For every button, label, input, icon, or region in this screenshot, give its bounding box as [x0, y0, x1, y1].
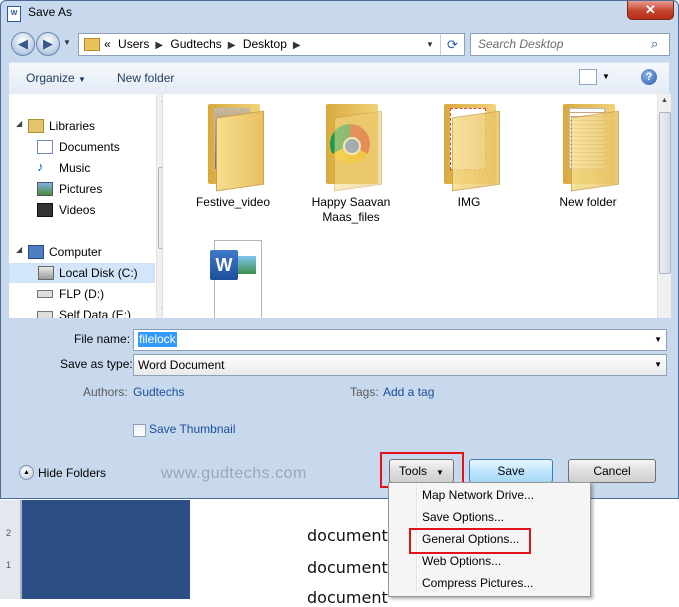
navigation-scrollbar[interactable]: ▲ ▼: [156, 94, 162, 318]
help-icon[interactable]: ?: [641, 69, 657, 85]
scroll-up-icon[interactable]: ▲: [661, 97, 668, 104]
file-label: Festive_video: [195, 195, 271, 209]
back-button[interactable]: ◀: [11, 32, 35, 56]
file-item-img[interactable]: IMG: [417, 100, 521, 210]
save-type-label: Save as type:: [60, 357, 133, 371]
save-thumbnail-label[interactable]: Save Thumbnail: [149, 422, 236, 436]
address-bar[interactable]: « Users ▶ Gudtechs ▶ Desktop ▶ ▼ ⟳: [78, 33, 465, 56]
local-disk-icon: [38, 266, 54, 280]
organize-menu[interactable]: Organize ▼: [26, 71, 86, 85]
file-item-word-document[interactable]: W: [181, 234, 285, 318]
computer-icon: [28, 245, 44, 259]
chevron-right-icon[interactable]: ▶: [228, 40, 236, 51]
nav-item-music[interactable]: ♪ Music: [29, 159, 149, 177]
ruler-mark: 1: [6, 560, 12, 570]
navigation-pane: ◢ Libraries Documents ♪ Music Pictures V…: [9, 94, 163, 318]
nav-item-self-data-drive[interactable]: Self Data (E:): [29, 306, 149, 318]
authors-value[interactable]: Gudtechs: [133, 385, 184, 399]
folder-icon: [84, 38, 100, 51]
change-view-icon[interactable]: [579, 69, 597, 85]
file-label: IMG: [457, 195, 481, 209]
nav-item-local-disk[interactable]: Local Disk (C:): [9, 263, 155, 283]
cancel-button[interactable]: Cancel: [568, 459, 656, 483]
videos-icon: [37, 203, 53, 217]
chevron-right-icon[interactable]: ▶: [293, 40, 301, 51]
menu-item-save-options[interactable]: Save Options...: [422, 510, 504, 524]
address-dropdown-icon[interactable]: ▼: [426, 40, 434, 49]
file-label: New folder: [559, 195, 617, 209]
nav-item-videos[interactable]: Videos: [29, 201, 149, 219]
authors-label: Authors:: [83, 385, 128, 399]
menu-item-map-network-drive[interactable]: Map Network Drive...: [422, 488, 534, 502]
save-as-dialog: W Save As ✕ ◀ ▶ ▼ « Users ▶ Gudtechs ▶ Des…: [0, 0, 679, 499]
new-folder-button[interactable]: New folder: [117, 71, 174, 85]
folder-icon: [200, 100, 266, 192]
nav-item-libraries[interactable]: ◢ Libraries: [16, 117, 149, 135]
folder-icon: [318, 100, 384, 192]
chevron-down-icon[interactable]: ▼: [654, 335, 662, 344]
menu-item-compress-pictures[interactable]: Compress Pictures...: [422, 576, 533, 590]
file-name-value: filelock: [138, 332, 177, 347]
close-button[interactable]: ✕: [627, 1, 674, 20]
libraries-icon: [28, 119, 44, 133]
menu-item-web-options[interactable]: Web Options...: [422, 554, 501, 568]
file-list: Festive_video Happy Saavan Maas_files IM…: [163, 94, 657, 318]
title-bar[interactable]: W Save As ✕: [1, 1, 678, 25]
breadcrumb-users[interactable]: Users: [118, 37, 149, 51]
view-dropdown-icon[interactable]: ▼: [602, 72, 610, 81]
search-input[interactable]: Search Desktop ⌕: [470, 33, 670, 56]
breadcrumb: « Users ▶ Gudtechs ▶ Desktop ▶: [104, 37, 305, 51]
search-icon: ⌕: [651, 36, 659, 51]
file-item-festive-video[interactable]: Festive_video: [181, 100, 285, 210]
recent-locations-dropdown[interactable]: ▼: [63, 38, 71, 47]
pictures-icon: [37, 182, 53, 196]
file-name-input[interactable]: filelock ▼: [133, 329, 667, 351]
nav-item-computer[interactable]: ◢ Computer: [16, 243, 149, 261]
drive-icon: [37, 290, 53, 298]
document-sidebar-shape: [22, 500, 190, 599]
folder-icon: [555, 100, 621, 192]
refresh-icon[interactable]: ⟳: [440, 34, 464, 55]
tags-input[interactable]: Add a tag: [383, 385, 434, 399]
save-button[interactable]: Save: [469, 459, 553, 483]
chevron-up-icon: ▲: [19, 465, 34, 481]
command-toolbar: Organize ▼ New folder ▼ ?: [9, 62, 669, 95]
nav-item-pictures[interactable]: Pictures: [29, 180, 149, 198]
music-icon: ♪: [37, 159, 44, 174]
search-placeholder: Search Desktop: [478, 37, 564, 51]
chevron-down-icon[interactable]: ▼: [654, 360, 662, 369]
forward-button[interactable]: ▶: [36, 32, 60, 56]
breadcrumb-overflow[interactable]: «: [104, 37, 111, 51]
file-item-new-folder[interactable]: New folder: [536, 100, 640, 210]
document-text-line: document: [307, 588, 388, 607]
hide-folders-button[interactable]: ▲ Hide Folders: [19, 465, 106, 481]
watermark: www.gudtechs.com: [161, 465, 307, 482]
save-type-select[interactable]: Word Document ▼: [133, 354, 667, 376]
nav-item-flp-drive[interactable]: FLP (D:): [29, 285, 149, 303]
nav-item-documents[interactable]: Documents: [29, 138, 149, 156]
word-document-icon: W: [200, 234, 266, 318]
save-thumbnail-checkbox[interactable]: [133, 424, 146, 437]
vertical-ruler: 2 1: [0, 500, 21, 599]
word-icon: W: [7, 6, 21, 22]
folder-icon: [436, 100, 502, 192]
general-options-highlight-box: [409, 528, 531, 554]
breadcrumb-gudtechs[interactable]: Gudtechs: [170, 37, 221, 51]
drive-icon: [37, 311, 53, 318]
file-label: Happy Saavan Maas_files: [311, 195, 391, 224]
tags-label: Tags:: [350, 385, 379, 399]
save-type-value: Word Document: [138, 358, 225, 372]
documents-icon: [37, 140, 53, 154]
file-item-happy-saavan-maas[interactable]: Happy Saavan Maas_files: [299, 100, 403, 225]
breadcrumb-desktop[interactable]: Desktop: [243, 37, 287, 51]
file-name-label: File name:: [74, 332, 131, 346]
window-title: Save As: [28, 5, 73, 19]
scrollbar-thumb[interactable]: [659, 112, 671, 274]
ruler-mark: 2: [6, 528, 12, 538]
file-list-scrollbar[interactable]: ▲: [657, 94, 671, 318]
chevron-right-icon[interactable]: ▶: [155, 40, 163, 51]
save-options-form: File name: filelock ▼ Save as type: Word…: [9, 319, 669, 449]
